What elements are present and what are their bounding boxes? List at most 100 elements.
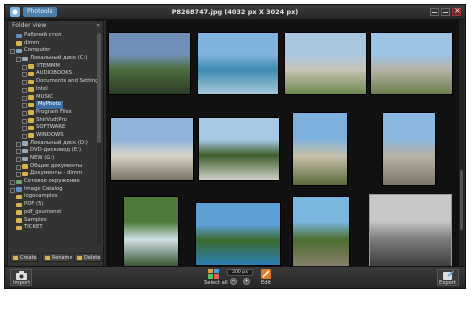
hiker-on-rocks-photo[interactable] (369, 194, 452, 268)
tree-item[interactable]: WINDOWS (10, 132, 98, 140)
tree-item-label: Samples (24, 216, 47, 223)
expand-toggle-icon[interactable] (22, 80, 27, 86)
tree-item[interactable]: SOFTWARE (10, 124, 98, 132)
tree-item-label: MyPhoto (36, 101, 63, 109)
gallery-scrollbar[interactable] (459, 20, 464, 268)
tree-item[interactable]: AUDIOBOOKS (10, 70, 98, 78)
folder-icon (28, 71, 34, 77)
expand-toggle-icon[interactable] (10, 187, 15, 193)
tree-item[interactable]: MyPhoto (10, 101, 98, 109)
votivkirche-church-photo[interactable] (292, 112, 348, 186)
folder-view-title: Folder view (12, 22, 47, 29)
expand-toggle-icon[interactable] (16, 141, 21, 147)
parliament-columns-photo[interactable] (110, 117, 194, 181)
select-all-label: Select all (204, 280, 228, 286)
tree-item[interactable]: TICKET (10, 224, 98, 232)
tree-item-label: Documents and Settings (36, 78, 98, 85)
expand-toggle-icon[interactable] (22, 72, 27, 78)
delete-folder-button[interactable]: Delete (74, 253, 102, 262)
app-logo-icon (10, 7, 20, 17)
expand-toggle-icon[interactable] (22, 95, 27, 101)
expand-toggle-icon[interactable] (22, 110, 27, 116)
export-button[interactable]: Export (437, 269, 459, 286)
expand-toggle-icon[interactable] (22, 133, 27, 139)
create-folder-button[interactable]: Create (10, 253, 38, 262)
expand-toggle-icon[interactable] (16, 157, 21, 162)
tree-item[interactable]: Samples (10, 217, 98, 225)
tree-item[interactable]: Documents and Settings (10, 78, 98, 86)
tree-item-label: SOFTWARE (36, 124, 66, 131)
tree-item[interactable]: Image Catalog (10, 186, 98, 194)
expand-toggle-icon[interactable] (16, 164, 21, 170)
lake-with-tree-photo[interactable] (195, 202, 281, 266)
rename-folder-button[interactable]: Rename (42, 253, 73, 262)
rocky-tree-seaside-photo[interactable] (292, 196, 350, 268)
gallery-scrollbar-thumb[interactable] (460, 170, 463, 230)
tree-item-label: Image Catalog (24, 185, 63, 192)
collapse-toggle-icon[interactable] (10, 49, 15, 55)
expand-toggle-icon[interactable] (16, 172, 21, 178)
church-through-trees-photo[interactable] (198, 117, 280, 181)
bottom-toolbar: Import Select all 200 px − + Edit Export (5, 266, 465, 288)
tree-item[interactable]: Общие документы (10, 163, 98, 171)
export-label: Export (439, 280, 456, 286)
tree-item[interactable]: Сетевое окружение (10, 178, 98, 186)
double-chevron-left-icon[interactable]: « (96, 21, 100, 31)
tree-item[interactable]: Локальный диск (D:) (10, 140, 98, 148)
tree-item-label: TICKET (24, 224, 43, 231)
folder-icon (16, 194, 22, 200)
tree-item[interactable]: Документы - dimm (10, 170, 98, 178)
camera-icon (16, 271, 27, 280)
town-hall-tower-photo[interactable] (382, 112, 436, 186)
title-bar: Photools P8268747.jpg (4032 px X 3024 px… (5, 5, 465, 20)
rename-label: Rename (52, 255, 73, 261)
expand-toggle-icon[interactable] (22, 126, 27, 132)
rathaus-building-photo[interactable] (284, 32, 367, 95)
tree-item[interactable]: pdf_gsumonst (10, 209, 98, 217)
tree-item-label: PDF (5) (24, 201, 44, 208)
import-button[interactable]: Import (10, 269, 32, 286)
tree-item[interactable]: MUSIC (10, 94, 98, 102)
tree-item[interactable]: logocamples (10, 193, 98, 201)
mountain-lake-reflection-photo[interactable] (197, 32, 279, 95)
maximize-button[interactable] (441, 8, 450, 16)
tree-item[interactable]: NEW (G:) (10, 155, 98, 163)
tree-item[interactable]: dimm (10, 40, 98, 48)
tree-item[interactable]: DVD-дисковод (E:) (10, 147, 98, 155)
folder-tree-scrollbar[interactable] (97, 33, 101, 245)
expand-toggle-icon[interactable] (22, 64, 27, 70)
gothic-town-hall-photo[interactable] (370, 32, 453, 95)
expand-toggle-icon[interactable] (10, 180, 15, 186)
expand-toggle-icon[interactable] (22, 103, 27, 109)
tree-item[interactable]: Рабочий стол (10, 32, 98, 40)
zoom-out-icon[interactable]: − (230, 278, 237, 285)
scrollbar-thumb[interactable] (97, 33, 101, 143)
expand-toggle-icon[interactable] (16, 149, 21, 155)
tree-item[interactable]: Локальный диск (C:) (10, 55, 98, 63)
computer-icon (16, 48, 22, 54)
tree-item[interactable]: Computer (10, 47, 98, 55)
waterfall-forest-photo[interactable] (123, 196, 179, 268)
tree-item[interactable]: Intel (10, 86, 98, 94)
expand-toggle-icon[interactable] (22, 118, 27, 124)
alpine-lake-mountain-photo[interactable] (108, 32, 191, 95)
zoom-in-icon[interactable]: + (243, 278, 250, 285)
thumbnail-size-field[interactable]: 200 px (227, 269, 253, 276)
close-button[interactable] (452, 6, 461, 16)
select-all-button[interactable]: Select all (203, 268, 228, 287)
drive-icon (22, 56, 28, 62)
tree-item[interactable]: Program Files (10, 109, 98, 117)
collapse-toggle-icon[interactable] (16, 57, 21, 63)
tree-item[interactable]: !ITEMMM (10, 63, 98, 71)
tree-item-label: ShirVudtPro (36, 116, 67, 123)
expand-toggle-icon[interactable] (22, 87, 27, 93)
folder-actions: Create Rename Delete (10, 253, 103, 263)
drive-icon (22, 141, 28, 146)
folder-icon (28, 95, 34, 100)
tree-item-label: WINDOWS (36, 131, 64, 138)
window-title: P8268747.jpg (4032 px X 3024 px) (171, 8, 299, 16)
edit-button[interactable]: Edit (257, 268, 275, 287)
tree-item[interactable]: PDF (5) (10, 201, 98, 209)
minimize-button[interactable] (430, 8, 439, 16)
tree-item[interactable]: ShirVudtPro (10, 117, 98, 125)
